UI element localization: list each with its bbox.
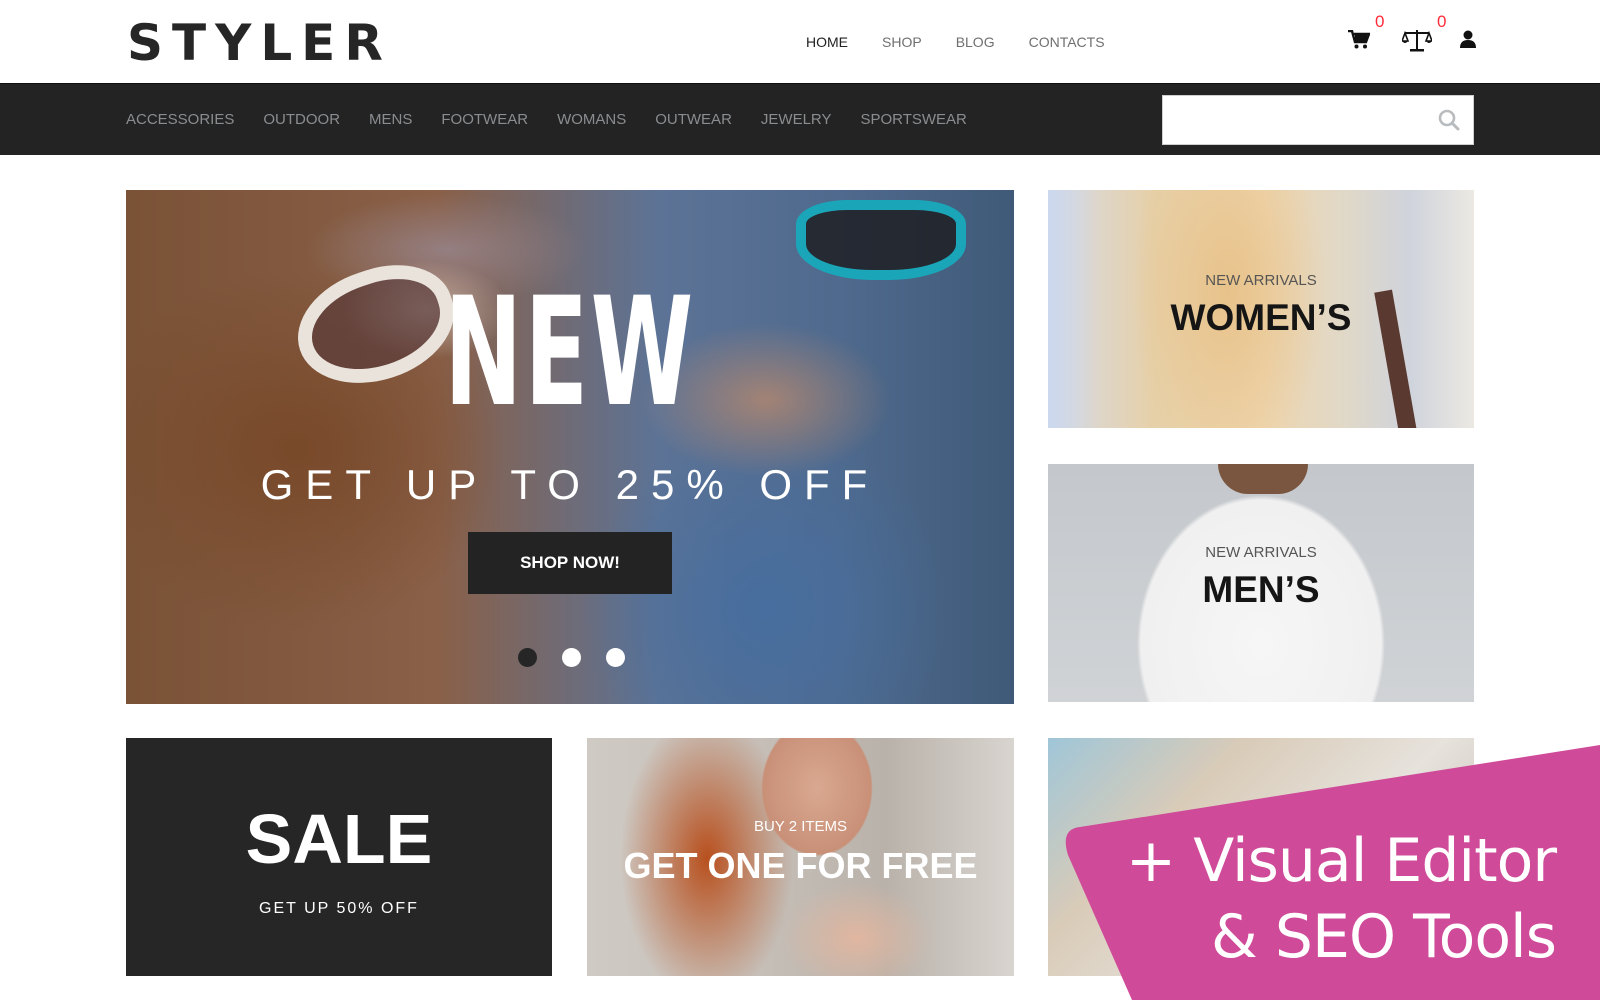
category-outwear[interactable]: OUTWEAR: [655, 110, 732, 130]
category-outdoor[interactable]: OUTDOOR: [263, 110, 340, 130]
hero-image-detail: [796, 200, 966, 280]
sale-subtitle: GET UP 50% OFF: [259, 900, 419, 917]
category-footwear[interactable]: FOOTWEAR: [441, 110, 528, 130]
slider-dot-1[interactable]: [518, 648, 537, 667]
overlay-text: + Visual Editor & SEO Tools: [1125, 823, 1557, 975]
promo-kicker: BUY 2 ITEMS: [753, 818, 848, 835]
nav-shop[interactable]: SHOP: [882, 32, 922, 52]
men-banner-kicker: NEW ARRIVALS: [1205, 544, 1317, 561]
feature-overlay: + Visual Editor & SEO Tools: [1040, 745, 1600, 1000]
slider-dot-3[interactable]: [606, 648, 625, 667]
nav-blog[interactable]: BLOG: [956, 32, 995, 52]
promo-title: GET ONE FOR FREE: [623, 845, 978, 886]
shop-now-button[interactable]: SHOP NOW!: [468, 532, 672, 594]
category-accessories[interactable]: ACCESSORIES: [126, 110, 234, 130]
overlay-line-2: & SEO Tools: [1211, 902, 1557, 972]
search-button[interactable]: [1437, 108, 1461, 132]
cart-button[interactable]: [1348, 30, 1370, 50]
category-sportswear[interactable]: SPORTSWEAR: [860, 110, 966, 130]
sale-title: SALE: [245, 800, 433, 878]
shopping-cart-icon: [1348, 30, 1370, 49]
promo-banner[interactable]: BUY 2 ITEMS GET ONE FOR FREE: [587, 738, 1014, 976]
balance-scale-icon: [1402, 30, 1432, 52]
compare-button[interactable]: [1402, 28, 1432, 52]
category-bar: ACCESSORIES OUTDOOR MENS FOOTWEAR WOMANS…: [0, 83, 1600, 155]
category-mens[interactable]: MENS: [369, 110, 412, 130]
nav-contacts[interactable]: CONTACTS: [1029, 32, 1105, 52]
cart-count-badge: 0: [1375, 12, 1385, 31]
account-button[interactable]: [1460, 30, 1476, 48]
search-icon: [1438, 109, 1460, 131]
search-input[interactable]: [1163, 96, 1413, 142]
nav-home[interactable]: HOME: [806, 32, 848, 52]
sale-banner[interactable]: SALE GET UP 50% OFF: [126, 738, 552, 976]
hero-slider[interactable]: NEW GET UP TO 25% OFF SHOP NOW!: [126, 190, 1014, 704]
hero-title: NEW: [444, 266, 696, 440]
women-banner[interactable]: NEW ARRIVALS WOMEN’S: [1048, 190, 1474, 428]
overlay-line-1: + Visual Editor: [1125, 826, 1557, 896]
user-icon: [1460, 30, 1476, 48]
women-banner-kicker: NEW ARRIVALS: [1205, 272, 1317, 289]
main-nav: HOME SHOP BLOG CONTACTS: [806, 32, 1139, 52]
hero-subtitle: GET UP TO 25% OFF: [260, 461, 880, 508]
category-jewelry[interactable]: JEWELRY: [761, 110, 832, 130]
site-header: STYLER HOME SHOP BLOG CONTACTS 0 0: [0, 0, 1600, 83]
category-nav: ACCESSORIES OUTDOOR MENS FOOTWEAR WOMANS…: [126, 110, 996, 130]
logo[interactable]: STYLER: [127, 14, 392, 72]
header-icons: 0 0: [1348, 12, 1478, 64]
women-banner-title: WOMEN’S: [1170, 297, 1352, 338]
category-womans[interactable]: WOMANS: [557, 110, 626, 130]
slider-dot-2[interactable]: [562, 648, 581, 667]
banner-image-detail: [1218, 464, 1308, 494]
slider-pagination: [518, 648, 625, 667]
men-banner-title: MEN’S: [1202, 569, 1320, 610]
compare-count-badge: 0: [1437, 12, 1447, 31]
men-banner[interactable]: NEW ARRIVALS MEN’S: [1048, 464, 1474, 702]
search-box: [1162, 95, 1474, 145]
